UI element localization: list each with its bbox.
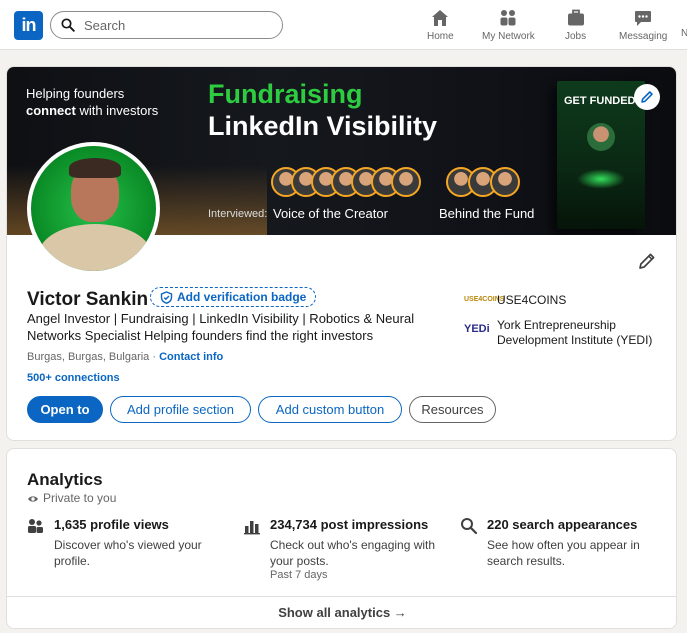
profile-location: Burgas, Burgas, Bulgaria · Contact info (27, 351, 223, 363)
people-icon (28, 519, 43, 533)
top-nav: in Home My Network Jobs Messaging N (0, 0, 687, 50)
desc-line: See how often you appear in (487, 538, 640, 552)
book-cover-graphic: GET FUNDED (557, 81, 645, 229)
search-box[interactable] (50, 11, 283, 39)
banner-interviewed-label: Interviewed: (208, 208, 268, 220)
edit-profile-pencil-icon[interactable] (637, 251, 657, 271)
search-appearances-stat: 220 search appearances (487, 517, 638, 532)
book-author-photo (587, 123, 615, 151)
bar-chart-icon (244, 521, 260, 535)
face-avatar (490, 167, 520, 197)
nav-jobs[interactable]: Jobs (565, 8, 586, 42)
desc-line: Discover who's viewed your (54, 538, 202, 552)
home-icon (432, 10, 449, 26)
profile-headline: Angel Investor | Fundraising | LinkedIn … (27, 311, 415, 343)
network-icon (500, 10, 516, 26)
book-title: GET FUNDED (564, 95, 636, 107)
avatar-shirt (39, 224, 151, 271)
analytics-private-note: Private to you (27, 491, 116, 505)
profile-views-desc: Discover who's viewed your profile. (54, 537, 202, 569)
post-impressions-stat: 234,734 post impressions (270, 517, 429, 532)
book-handshake-glow (577, 169, 625, 189)
profile-views-stat: 1,635 profile views (54, 517, 169, 532)
linkedin-logo[interactable]: in (14, 11, 43, 40)
post-impressions-desc: Check out who's engaging with your posts. (270, 537, 435, 569)
org-name-line1: York Entrepreneurship (497, 318, 616, 332)
add-profile-section-button[interactable]: Add profile section (110, 396, 251, 423)
analytics-title: Analytics (27, 470, 103, 489)
desc-line: profile. (54, 554, 91, 568)
nav-my-network-label: My Network (482, 31, 535, 42)
briefcase-icon (567, 9, 584, 26)
nav-home[interactable]: Home (427, 8, 454, 42)
org-name: USE4COINS (497, 293, 567, 307)
interview-faces-1 (271, 167, 421, 199)
banner-title-2: LinkedIn Visibility (208, 111, 438, 141)
banner-title-1: Fundraising (208, 79, 363, 109)
nav-messaging[interactable]: Messaging (619, 8, 667, 42)
yedi-logo: YEDi (464, 323, 490, 335)
banner-show-1: Voice of the Creator (273, 206, 388, 221)
location-text: Burgas, Burgas, Bulgaria · (27, 351, 160, 363)
banner-show-2: Behind the Fund (439, 206, 535, 221)
connections-link[interactable]: 500+ connections (27, 372, 120, 384)
messaging-icon (635, 11, 652, 26)
nav-notifications-label: N (681, 28, 687, 39)
analytics-card: Analytics Private to you 1,635 profile v… (6, 448, 677, 629)
profile-avatar[interactable] (27, 142, 160, 275)
profile-card: Helping founders connect with investors … (6, 66, 677, 441)
nav-my-network[interactable]: My Network (482, 8, 535, 42)
private-label: Private to you (43, 491, 117, 505)
eye-icon (28, 496, 38, 502)
contact-info-link[interactable]: Contact info (159, 351, 223, 363)
banner-tagline-1: Helping founders (26, 86, 125, 101)
open-to-button[interactable]: Open to (27, 396, 103, 423)
desc-line: search results. (487, 554, 566, 568)
search-icon (61, 18, 75, 32)
search-icon (461, 518, 478, 535)
nav-home-label: Home (427, 31, 454, 42)
search-appearances-desc: See how often you appear in search result… (487, 537, 640, 569)
desc-line: your posts. (270, 554, 329, 568)
org-name-line2: Development Institute (YEDI) (497, 333, 653, 347)
profile-name: Victor Sankin (27, 289, 149, 310)
edit-banner-button[interactable] (634, 84, 660, 110)
face-avatar (391, 167, 421, 197)
desc-line: Check out who's engaging with (270, 538, 436, 552)
add-custom-button[interactable]: Add custom button (258, 396, 402, 423)
banner-tagline-rest: with investors (75, 103, 159, 118)
banner-tagline-bold: connect (26, 103, 76, 118)
verify-label: Add verification badge (177, 290, 307, 304)
interview-faces-2 (446, 167, 521, 199)
nav-notifications-cut[interactable]: N (681, 28, 687, 39)
nav-jobs-label: Jobs (565, 31, 587, 42)
pencil-icon (641, 91, 653, 103)
resources-button[interactable]: Resources (409, 396, 496, 423)
avatar-hair (69, 158, 121, 178)
shield-check-icon (160, 291, 173, 304)
post-impressions-period: Past 7 days (270, 569, 328, 581)
search-input[interactable] (84, 16, 274, 34)
show-all-analytics-button[interactable]: Show all analytics → (7, 596, 676, 628)
banner-tagline-2: connect with investors (26, 103, 158, 118)
add-verification-badge-button[interactable]: Add verification badge (150, 287, 317, 307)
nav-messaging-label: Messaging (619, 31, 668, 42)
